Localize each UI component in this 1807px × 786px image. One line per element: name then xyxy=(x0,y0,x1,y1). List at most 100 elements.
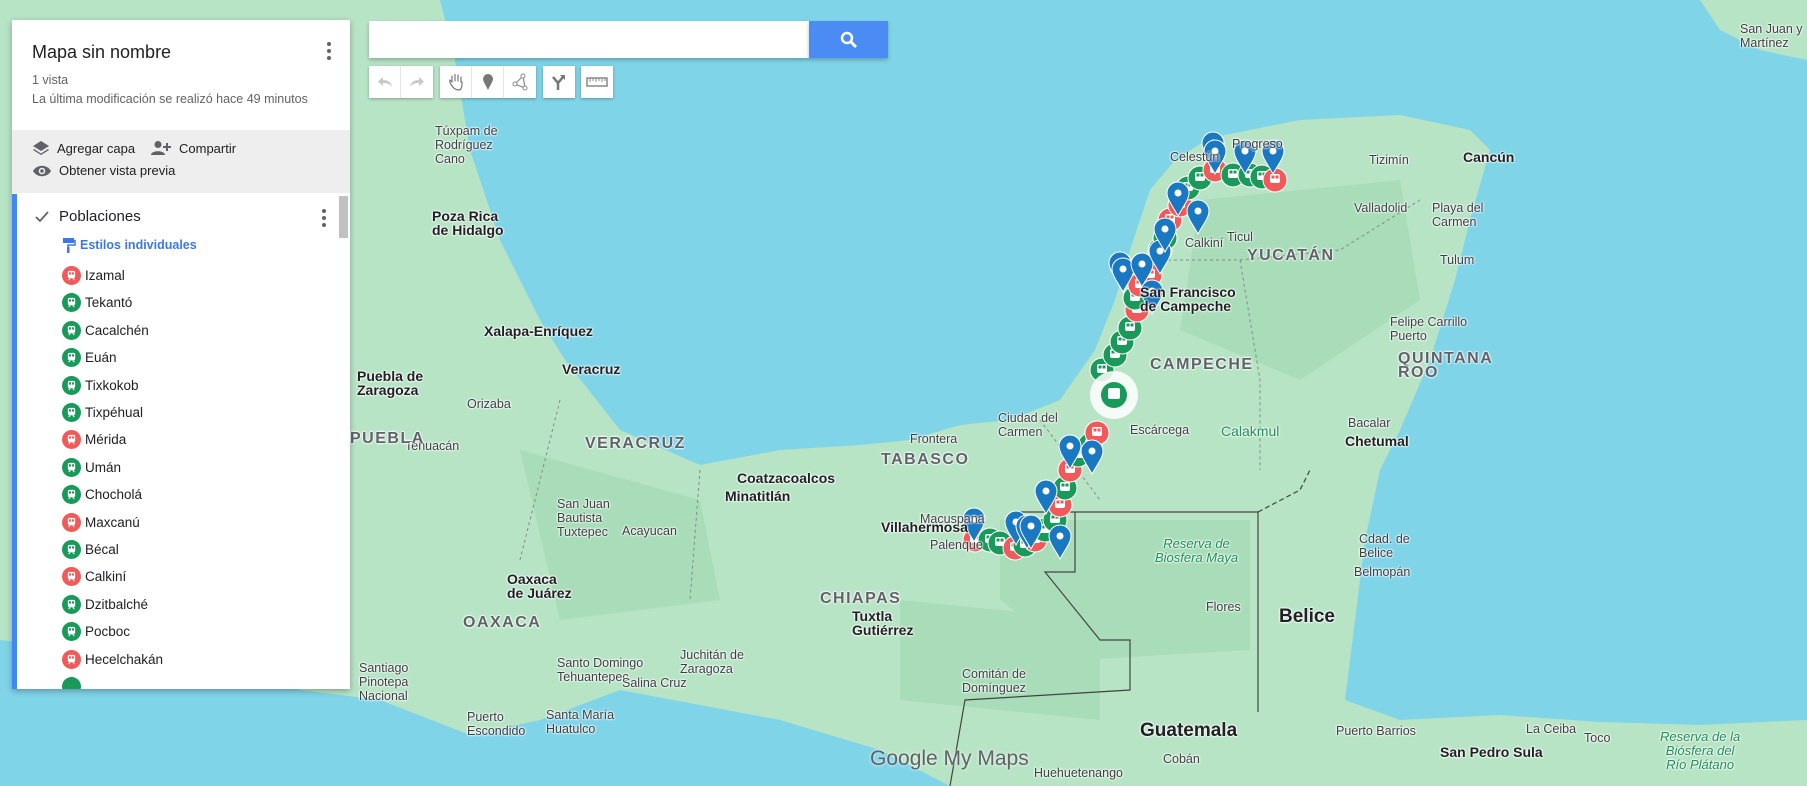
search-input[interactable] xyxy=(369,21,809,58)
layer-item-partial[interactable] xyxy=(62,677,81,689)
map-side-panel: Mapa sin nombre 1 vista La última modifi… xyxy=(12,20,350,689)
layer-item[interactable]: Tekantó xyxy=(62,293,133,313)
ruler-icon xyxy=(586,77,608,87)
map-label: Progreso xyxy=(1232,137,1283,151)
train-marker-icon xyxy=(62,375,81,395)
map-label: Ticul xyxy=(1227,230,1253,244)
train-marker-icon xyxy=(62,512,81,532)
train-marker-icon xyxy=(62,457,81,477)
measure-button[interactable] xyxy=(581,66,613,98)
search-button[interactable] xyxy=(809,21,888,58)
add-marker-icon xyxy=(482,74,493,90)
layer-item[interactable]: Calkiní xyxy=(62,567,127,587)
layer-item-label: Umán xyxy=(85,459,122,475)
map-label: Puebla de Zaragoza xyxy=(357,368,424,398)
layer-item-label: Izamal xyxy=(85,268,125,283)
layer-item[interactable]: Izamal xyxy=(62,266,125,285)
view-count: 1 vista xyxy=(32,73,69,87)
individual-styles-link[interactable]: Estilos individuales xyxy=(62,237,197,253)
map-options-icon[interactable] xyxy=(326,42,332,60)
map-label: Reserva de la Biósfera del Río Plátano xyxy=(1660,729,1741,772)
map-label: TABASCO xyxy=(881,451,970,468)
map-label: Frontera xyxy=(910,432,958,446)
layer-item-label: Hecelchakán xyxy=(85,651,164,667)
map-label: Celestún xyxy=(1170,150,1220,164)
map-label: Belmopán xyxy=(1354,565,1411,579)
history-toolbar xyxy=(369,66,433,98)
map-label: Xalapa-Enríquez xyxy=(484,323,593,339)
add-layer-button[interactable]: Agregar capa xyxy=(32,140,135,156)
add-marker-button[interactable] xyxy=(472,66,504,98)
layer-checkbox[interactable] xyxy=(34,209,50,225)
person-add-icon xyxy=(151,141,171,155)
measure-toolbar xyxy=(581,66,613,98)
layer-item-label: Dzitbalché xyxy=(85,596,149,612)
map-label: OAXACA xyxy=(463,614,542,631)
edit-toolbar xyxy=(440,66,536,98)
layer-item[interactable]: Maxcanú xyxy=(62,512,140,532)
train-marker-icon xyxy=(62,622,81,642)
map-label: Tizimín xyxy=(1369,153,1409,167)
layer-item[interactable]: Bécal xyxy=(62,540,119,559)
train-marker-icon xyxy=(62,320,81,340)
map-label: Calakmul xyxy=(1221,423,1280,439)
draw-line-icon xyxy=(512,73,528,91)
select-pan-button[interactable] xyxy=(440,66,472,98)
map-label: Reserva de Biosfera Maya xyxy=(1155,536,1239,565)
scrollbar[interactable] xyxy=(339,196,348,238)
layer-item-label: Tekantó xyxy=(85,295,133,311)
redo-button[interactable] xyxy=(401,66,433,98)
map-label: Puerto Escondido xyxy=(467,710,526,738)
layer-item[interactable]: Euán xyxy=(62,348,117,368)
train-marker-icon xyxy=(62,649,81,669)
layer-item[interactable]: Tixpéhual xyxy=(62,403,143,422)
map-label: Bacalar xyxy=(1348,416,1391,430)
layer-item[interactable]: Umán xyxy=(62,457,122,477)
map-label: Escárcega xyxy=(1130,423,1190,437)
layer-options-icon[interactable] xyxy=(321,209,327,227)
draw-line-button[interactable] xyxy=(504,66,536,98)
layer-item[interactable]: Cacalchén xyxy=(62,320,149,340)
layer-name[interactable]: Poblaciones xyxy=(59,208,141,225)
layer-item-label: Calkiní xyxy=(85,569,127,585)
map-label: Comitán de Domínguez xyxy=(962,667,1026,695)
layer-item[interactable]: Mérida xyxy=(62,430,126,450)
selected-station-marker[interactable] xyxy=(1090,371,1138,419)
layer-header: Poblaciones xyxy=(34,208,141,225)
layer-item-label: Euán xyxy=(85,350,117,366)
eye-icon xyxy=(33,165,51,176)
directions-button[interactable] xyxy=(543,66,575,98)
map-label: San Pedro Sula xyxy=(1440,744,1543,760)
map-label: Toco xyxy=(1584,731,1611,745)
map-label: Cdad. de Belice xyxy=(1359,532,1410,560)
map-label: Oaxaca de Juárez xyxy=(507,571,572,601)
undo-button[interactable] xyxy=(369,66,401,98)
train-marker-icon xyxy=(62,677,81,689)
layer-item-label: Cacalchén xyxy=(85,322,149,338)
layer-item[interactable]: Hecelchakán xyxy=(62,649,164,669)
directions-toolbar xyxy=(543,66,575,98)
map-label: Poza Rica de Hidalgo xyxy=(432,208,504,238)
layers-icon xyxy=(33,141,49,155)
panel-actions: Agregar capa Compartir Obtener vista pre… xyxy=(12,130,350,193)
train-marker-icon xyxy=(62,485,81,505)
map-label: Coatzacoalcos xyxy=(737,470,836,486)
preview-button[interactable]: Obtener vista previa xyxy=(32,163,175,178)
map-title[interactable]: Mapa sin nombre xyxy=(32,42,171,63)
layer-item[interactable]: Pocboc xyxy=(62,622,130,642)
map-label: VERACRUZ xyxy=(585,435,686,452)
layer-item[interactable]: Tixkokob xyxy=(62,375,139,395)
layer-item[interactable]: Chocholá xyxy=(62,485,142,505)
search-icon xyxy=(840,31,857,48)
map-label: Playa del Carmen xyxy=(1432,201,1484,229)
share-button[interactable]: Compartir xyxy=(150,140,236,156)
layer-item-label: Bécal xyxy=(85,542,119,557)
directions-icon xyxy=(552,75,565,90)
train-marker-icon xyxy=(62,348,81,368)
layer-item[interactable]: Dzitbalché xyxy=(62,594,149,614)
last-modified: La última modificación se realizó hace 4… xyxy=(32,92,308,106)
map-label: Guatemala xyxy=(1140,720,1238,741)
train-marker-icon xyxy=(62,594,81,614)
station-marker[interactable] xyxy=(1262,167,1288,193)
layer-poblaciones: Poblaciones Estilos individuales Izamal T… xyxy=(12,194,350,689)
